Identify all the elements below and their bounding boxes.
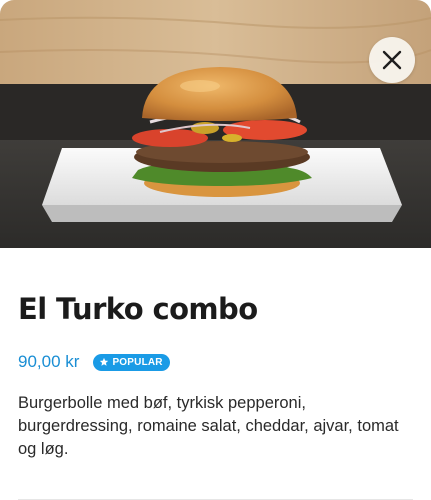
product-image [0,0,431,248]
popular-badge: POPULAR [93,353,170,371]
product-description: Burgerbolle med bøf, tyrkisk pepperoni, … [18,394,399,458]
product-details: El Turko combo 90,00 kr POPULAR Burgerbo… [18,248,413,461]
badge-label: POPULAR [112,356,163,368]
product-title: El Turko combo [18,292,258,326]
star-icon [100,357,109,366]
price-row: 90,00 kr POPULAR [18,352,413,372]
close-button[interactable] [369,37,415,83]
product-price: 90,00 kr [18,352,80,371]
close-icon [382,50,402,70]
